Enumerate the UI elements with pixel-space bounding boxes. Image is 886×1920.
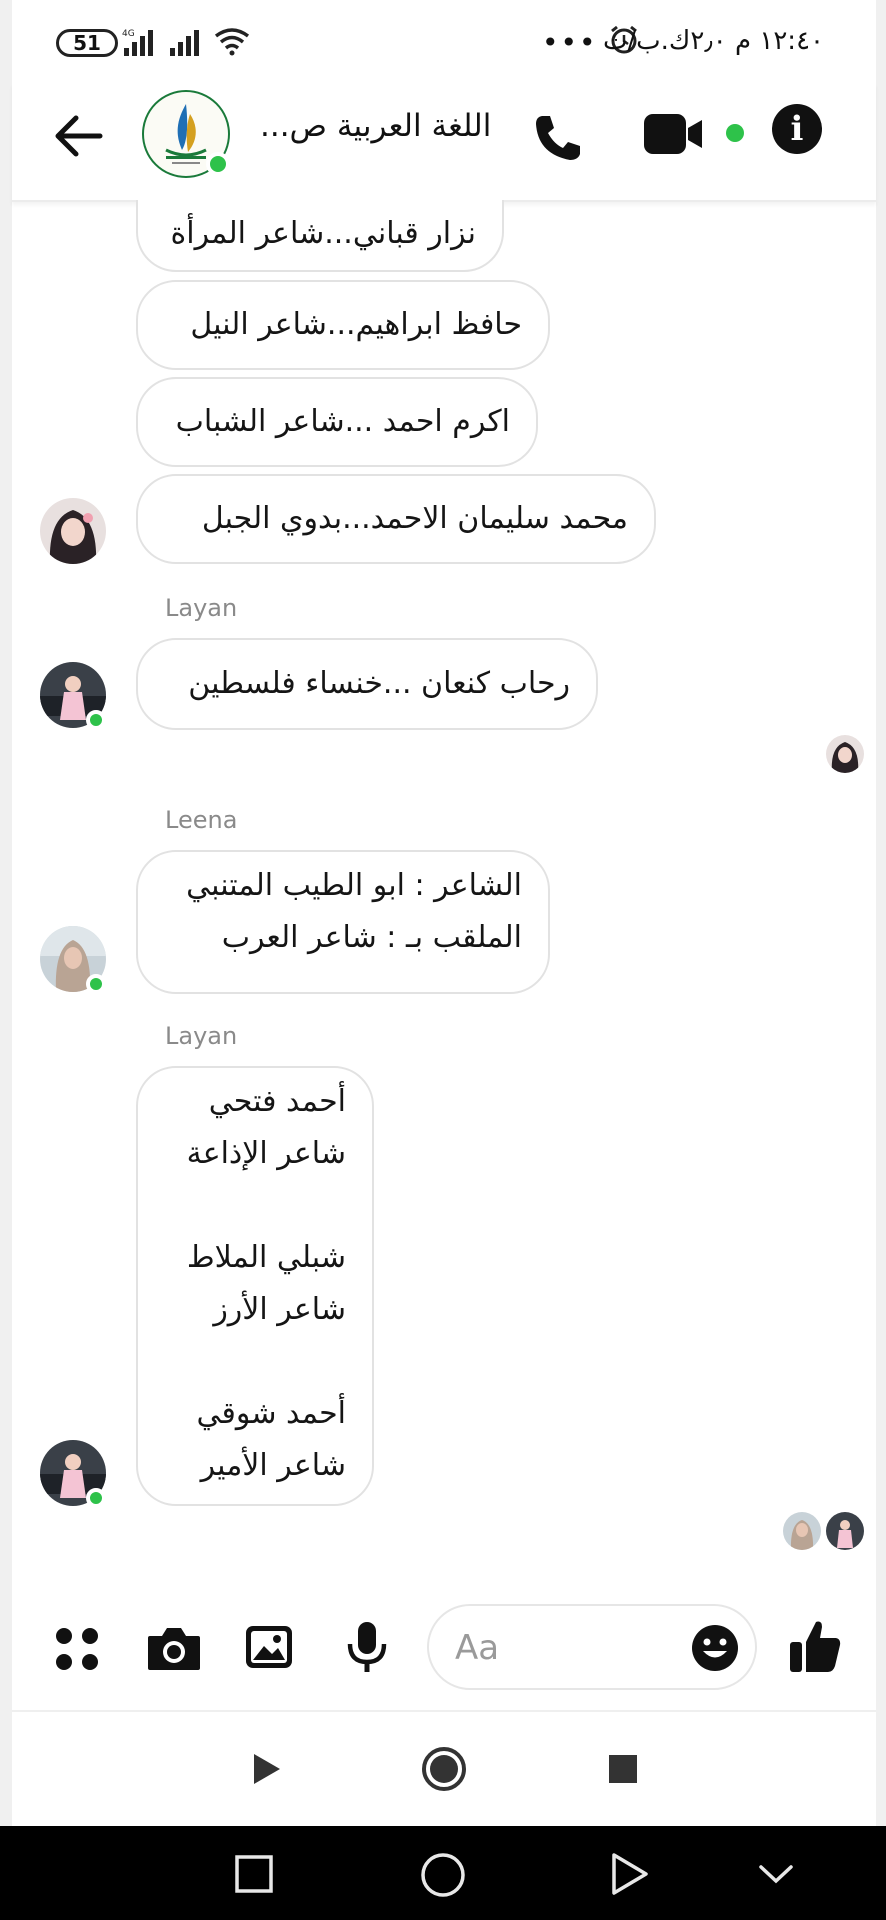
media-control-bar: [12, 1710, 876, 1828]
info-icon[interactable]: i: [772, 104, 822, 154]
message-bubble[interactable]: اكرم احمد ...شاعر الشباب: [136, 377, 538, 467]
online-indicator: [86, 974, 106, 994]
message-text: اكرم احمد ...شاعر الشباب: [175, 404, 510, 439]
recent-apps-icon[interactable]: [234, 1854, 274, 1894]
message-bubble[interactable]: محمد سليمان الاحمد...بدوي الجبل: [136, 474, 656, 564]
play-icon[interactable]: [252, 1752, 282, 1786]
online-indicator: [206, 152, 230, 176]
message-line: شاعر الأرز: [213, 1292, 346, 1327]
wifi-icon: [214, 28, 250, 56]
stop-icon[interactable]: [608, 1754, 638, 1784]
sender-name: Leena: [165, 806, 238, 834]
message-bubble[interactable]: نزار قباني...شاعر المرأة: [136, 200, 504, 272]
status-bar: 51 4G ••• ١٢:٤٠ م ٢٫٠ك.ب/ث: [12, 0, 876, 84]
seen-avatar: [783, 1512, 821, 1550]
seen-avatar-photo: [826, 735, 864, 773]
message-line: شبلي الملاط: [186, 1240, 346, 1275]
avatar-photo: [40, 498, 106, 564]
chat-title[interactable]: اللغة العربية ص...: [260, 108, 510, 144]
back-nav-icon[interactable]: [610, 1852, 650, 1896]
message-line: الملقب بـ : شاعر العرب: [221, 920, 522, 955]
cell-signal-2-icon: [170, 30, 199, 56]
battery-indicator: 51: [56, 29, 118, 57]
phone-call-icon[interactable]: [532, 112, 584, 164]
online-indicator: [86, 710, 106, 730]
home-icon[interactable]: [420, 1852, 466, 1898]
emoji-icon[interactable]: [691, 1624, 739, 1672]
message-bubble[interactable]: رحاب كنعان ...خنساء فلسطين: [136, 638, 598, 730]
back-arrow-icon[interactable]: [52, 114, 104, 158]
messenger-screen: 51 4G ••• ١٢:٤٠ م ٢٫٠ك.ب/ث اللغة العربية…: [0, 0, 886, 1920]
sender-name: Layan: [165, 594, 238, 622]
more-notifications-icon: •••: [542, 26, 598, 59]
online-indicator: [86, 1488, 106, 1508]
seen-avatar-photo: [826, 1512, 864, 1550]
message-bubble[interactable]: حافظ ابراهيم...شاعر النيل: [136, 280, 550, 370]
sender-avatar[interactable]: [40, 498, 106, 564]
svg-text:4G: 4G: [122, 29, 135, 39]
message-text: حافظ ابراهيم...شاعر النيل: [190, 307, 522, 342]
message-text: نزار قباني...شاعر المرأة: [170, 216, 476, 251]
video-call-icon[interactable]: [644, 114, 708, 154]
message-line: أحمد شوقي: [196, 1396, 347, 1431]
seen-avatar: [826, 1512, 864, 1550]
chat-header: اللغة العربية ص... i: [12, 84, 876, 202]
message-line: [164, 1180, 346, 1232]
message-text: محمد سليمان الاحمد...بدوي الجبل: [201, 501, 628, 536]
message-composer: Aa: [12, 1590, 876, 1710]
microphone-icon[interactable]: [346, 1620, 388, 1674]
more-actions-icon[interactable]: [54, 1626, 100, 1672]
video-active-dot: [726, 124, 744, 142]
cell-signal-icon: 4G: [122, 29, 153, 56]
message-input[interactable]: Aa: [427, 1604, 757, 1690]
message-bubble[interactable]: أحمد فتحي شاعر الإذاعة شبلي الملاط شاعر …: [136, 1066, 374, 1506]
status-time: ١٢:٤٠ م ٢٫٠ك.ب/ث: [602, 26, 824, 56]
message-input-placeholder: Aa: [455, 1628, 500, 1668]
message-text: رحاب كنعان ...خنساء فلسطين: [188, 666, 570, 701]
camera-icon[interactable]: [146, 1624, 202, 1672]
sender-name: Layan: [165, 1022, 238, 1050]
message-line: الشاعر : ابو الطيب المتنبي: [186, 868, 522, 903]
chevron-down-icon[interactable]: [758, 1862, 794, 1886]
message-line: [164, 1336, 346, 1388]
record-icon[interactable]: [421, 1746, 467, 1792]
left-edge: [0, 0, 12, 1826]
thumbs-up-icon[interactable]: [788, 1618, 842, 1674]
seen-avatar-photo: [783, 1512, 821, 1550]
right-edge: [876, 0, 886, 1826]
message-bubble[interactable]: الشاعر : ابو الطيب المتنبي الملقب بـ : ش…: [136, 850, 550, 994]
message-line: شاعر الأمير: [200, 1448, 346, 1483]
system-navigation-bar: [0, 1826, 886, 1920]
gallery-icon[interactable]: [244, 1624, 294, 1670]
seen-avatar: [826, 735, 864, 773]
message-line: شاعر الإذاعة: [186, 1136, 346, 1171]
message-line: أحمد فتحي: [208, 1084, 346, 1119]
